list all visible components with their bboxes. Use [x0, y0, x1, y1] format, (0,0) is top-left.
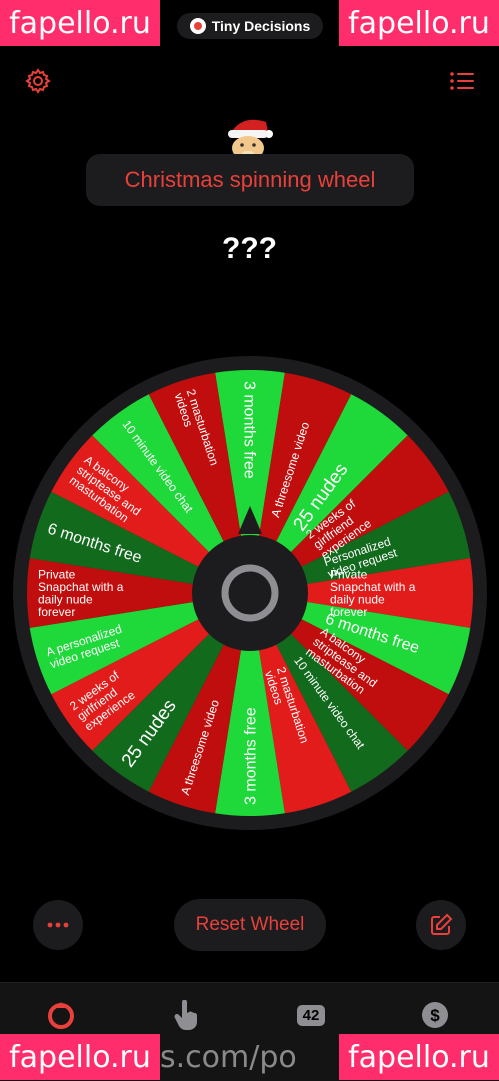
list-icon: [450, 72, 474, 90]
tab-counter[interactable]: 42: [294, 998, 328, 1032]
edit-icon: [431, 913, 453, 935]
reset-wheel-button[interactable]: Reset Wheel: [174, 899, 326, 951]
dollar-icon: $: [422, 1002, 448, 1028]
tab-wheel[interactable]: [44, 998, 78, 1032]
more-button[interactable]: [33, 900, 83, 950]
watermark-bottom-left: fapello.ru: [0, 1034, 160, 1080]
hand-pointer-icon: [174, 1000, 197, 1030]
count-badge: 42: [296, 1004, 326, 1026]
gear-icon: [25, 68, 51, 94]
ellipsis-icon: [47, 922, 69, 928]
spinning-wheel[interactable]: 3 months free A threesome video25 nudes2 …: [13, 356, 487, 830]
app-logo-icon: [189, 18, 206, 34]
watermark-top-right: fapello.ru: [339, 0, 499, 46]
tab-tap[interactable]: [169, 998, 203, 1032]
settings-button[interactable]: [24, 67, 52, 95]
wheel-hub[interactable]: [192, 535, 308, 651]
wheel-tab-icon: [48, 1002, 74, 1029]
watermark-top-left: fapello.ru: [0, 0, 160, 46]
app-name: Tiny Decisions: [211, 18, 311, 34]
wheel-title[interactable]: Christmas spinning wheel: [86, 154, 414, 206]
watermark-bottom-middle: s.com/po: [160, 1039, 297, 1075]
tab-purchase[interactable]: $: [418, 998, 452, 1032]
wheel-segment-label: 3 months free: [240, 381, 257, 479]
app-badge: Tiny Decisions: [177, 13, 323, 39]
spin-result: ???: [222, 232, 277, 265]
list-button[interactable]: [448, 67, 476, 95]
wheel-segment-label: 3 months free: [243, 707, 260, 805]
watermark-bottom-right: fapello.ru: [339, 1034, 499, 1080]
edit-button[interactable]: [416, 900, 466, 950]
svg-text:$: $: [430, 1006, 440, 1025]
